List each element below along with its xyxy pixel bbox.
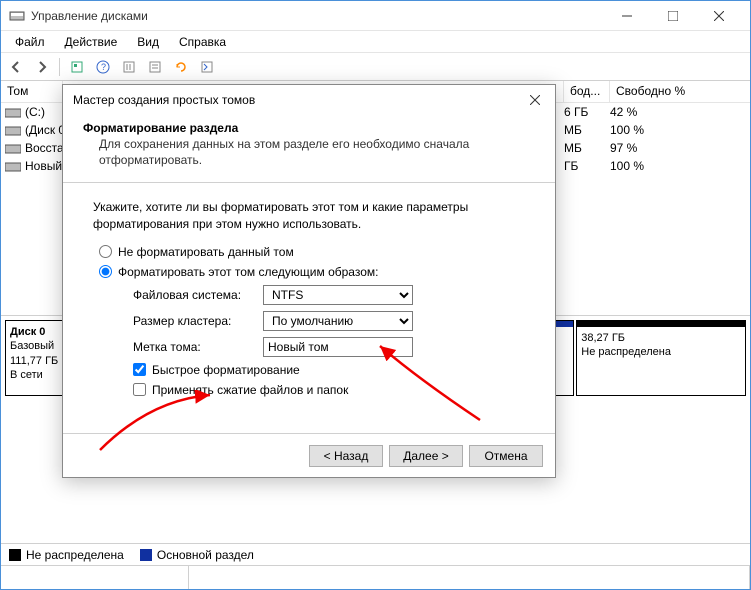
part-size: 38,27 ГБ: [581, 332, 625, 344]
legend-unallocated: Не распределена: [9, 548, 124, 562]
cancel-button[interactable]: Отмена: [469, 445, 543, 467]
dialog-footer: < Назад Далее > Отмена: [63, 433, 555, 477]
radio-label: Не форматировать данный том: [118, 245, 294, 259]
volume-icon: [5, 124, 21, 136]
partition-unallocated[interactable]: 38,27 ГБ Не распределена: [576, 320, 746, 396]
fs-label: Файловая система:: [133, 288, 263, 302]
volume-icon: [5, 142, 21, 154]
legend-primary: Основной раздел: [140, 548, 254, 562]
toolbar-icon-3[interactable]: [144, 56, 166, 78]
radio-no-format[interactable]: Не форматировать данный том: [99, 245, 525, 259]
col-free[interactable]: Свободно %: [610, 81, 750, 102]
dialog-body: Укажите, хотите ли вы форматировать этот…: [63, 183, 555, 433]
compression-checkbox[interactable]: [133, 383, 146, 396]
col-capacity[interactable]: бод...: [564, 81, 610, 102]
menu-file[interactable]: Файл: [5, 33, 55, 51]
back-button[interactable]: < Назад: [309, 445, 383, 467]
dialog-heading: Форматирование раздела: [83, 121, 535, 135]
quick-format-checkbox[interactable]: [133, 363, 146, 376]
next-button[interactable]: Далее >: [389, 445, 463, 467]
radio-label: Форматировать этот том следующим образом…: [118, 265, 378, 279]
disk-status: В сети: [10, 369, 43, 381]
filesystem-select[interactable]: NTFS: [263, 285, 413, 305]
vol-cap: МБ: [564, 141, 610, 155]
dialog-titlebar: Мастер создания простых томов: [63, 85, 555, 115]
cluster-select[interactable]: По умолчанию: [263, 311, 413, 331]
app-icon: [9, 8, 25, 24]
compression-row[interactable]: Применять сжатие файлов и папок: [133, 383, 525, 397]
dialog-prompt: Укажите, хотите ли вы форматировать этот…: [93, 199, 525, 233]
volume-icon: [5, 160, 21, 172]
col-name[interactable]: Том: [1, 81, 63, 102]
disk-name: Диск 0: [10, 326, 45, 338]
menubar: Файл Действие Вид Справка: [1, 31, 750, 53]
help-icon[interactable]: ?: [92, 56, 114, 78]
toolbar: ?: [1, 53, 750, 81]
legend-swatch-black: [9, 549, 21, 561]
vol-cap: ГБ: [564, 159, 610, 173]
toolbar-icon-4[interactable]: [196, 56, 218, 78]
window-controls: [604, 1, 742, 31]
refresh-icon[interactable]: [170, 56, 192, 78]
part-status: Не распределена: [581, 346, 671, 358]
radio-format[interactable]: Форматировать этот том следующим образом…: [99, 265, 525, 279]
menu-view[interactable]: Вид: [127, 33, 169, 51]
svg-text:?: ?: [101, 62, 106, 72]
statusbar: [1, 565, 750, 589]
filesystem-row: Файловая система: NTFS: [133, 285, 525, 305]
volume-label-input[interactable]: [263, 337, 413, 357]
toolbar-icon-1[interactable]: [66, 56, 88, 78]
vol-free: 100 %: [610, 159, 750, 173]
checkbox-label: Быстрое форматирование: [152, 363, 300, 377]
legend-label: Основной раздел: [157, 548, 254, 562]
maximize-button[interactable]: [650, 1, 696, 31]
dialog-title: Мастер создания простых томов: [73, 93, 255, 107]
titlebar: Управление дисками: [1, 1, 750, 31]
window-title: Управление дисками: [31, 9, 604, 23]
radio-no-format-input[interactable]: [99, 245, 112, 258]
radio-format-input[interactable]: [99, 265, 112, 278]
disk-label[interactable]: Диск 0 Базовый 111,77 ГБ В сети: [5, 320, 67, 396]
legend-label: Не распределена: [26, 548, 124, 562]
dialog-close-button[interactable]: [525, 90, 545, 110]
cluster-label: Размер кластера:: [133, 314, 263, 328]
disk-size: 111,77 ГБ: [10, 355, 58, 367]
minimize-button[interactable]: [604, 1, 650, 31]
dialog-header: Форматирование раздела Для сохранения да…: [63, 115, 555, 183]
quick-format-row[interactable]: Быстрое форматирование: [133, 363, 525, 377]
wizard-dialog: Мастер создания простых томов Форматиров…: [62, 84, 556, 478]
vol-cap: 6 ГБ: [564, 105, 610, 119]
volume-label-row: Метка тома:: [133, 337, 525, 357]
menu-action[interactable]: Действие: [55, 33, 128, 51]
vol-free: 100 %: [610, 123, 750, 137]
disk-type: Базовый: [10, 340, 54, 352]
legend: Не распределена Основной раздел: [1, 543, 750, 565]
checkbox-label: Применять сжатие файлов и папок: [152, 383, 348, 397]
menu-help[interactable]: Справка: [169, 33, 236, 51]
back-icon[interactable]: [5, 56, 27, 78]
toolbar-separator: [59, 58, 60, 76]
cluster-row: Размер кластера: По умолчанию: [133, 311, 525, 331]
legend-swatch-blue: [140, 549, 152, 561]
vol-label-label: Метка тома:: [133, 340, 263, 354]
forward-icon[interactable]: [31, 56, 53, 78]
toolbar-icon-2[interactable]: [118, 56, 140, 78]
vol-free: 42 %: [610, 105, 750, 119]
close-button[interactable]: [696, 1, 742, 31]
vol-cap: МБ: [564, 123, 610, 137]
dialog-subheading: Для сохранения данных на этом разделе ег…: [99, 137, 535, 168]
vol-free: 97 %: [610, 141, 750, 155]
volume-icon: [5, 106, 21, 118]
